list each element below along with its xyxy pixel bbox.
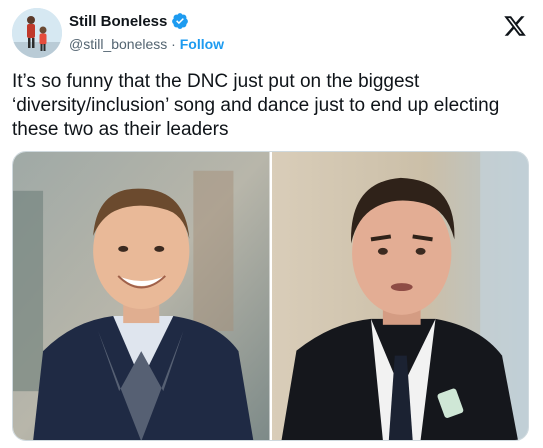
- tweet-header: Still Boneless @still_boneless · Follow: [12, 8, 531, 64]
- tweet-text: It’s so funny that the DNC just put on t…: [12, 71, 500, 140]
- photo-left[interactable]: [13, 152, 270, 440]
- name-row: Still Boneless: [69, 12, 189, 30]
- handle-row: @still_boneless · Follow: [69, 36, 224, 52]
- handle[interactable]: @still_boneless: [69, 36, 167, 52]
- x-logo-icon[interactable]: [503, 14, 527, 38]
- display-name[interactable]: Still Boneless: [69, 13, 167, 30]
- avatar[interactable]: [12, 8, 62, 58]
- follow-button[interactable]: Follow: [180, 36, 224, 52]
- media-grid: [12, 151, 529, 441]
- verified-badge-icon: [171, 12, 189, 30]
- separator: ·: [171, 36, 176, 52]
- photo-right[interactable]: [271, 152, 528, 440]
